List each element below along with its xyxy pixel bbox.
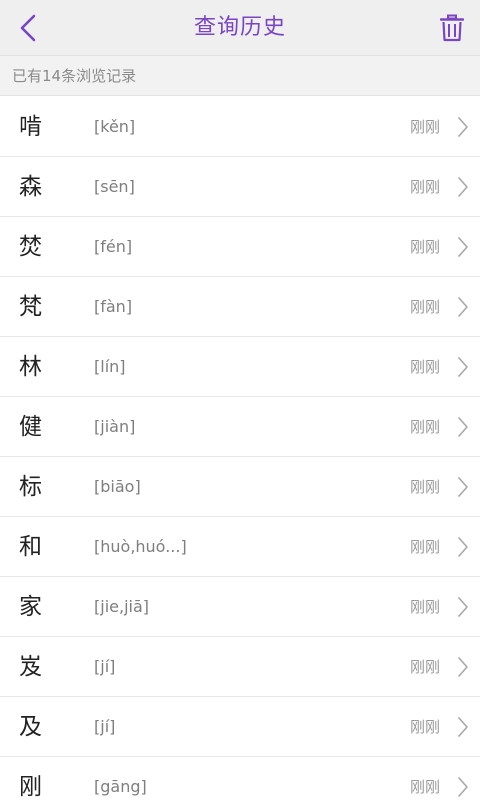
history-pinyin: [fàn] — [94, 297, 133, 316]
history-time: 刚刚 — [409, 238, 440, 256]
page-title: 查询历史 — [193, 15, 286, 40]
chevron-right-icon — [458, 117, 468, 137]
history-pinyin: [fén] — [94, 237, 133, 256]
history-character: 焚 — [19, 234, 42, 260]
history-time: 刚刚 — [409, 658, 440, 676]
history-pinyin: [lín] — [94, 357, 126, 376]
chevron-right-icon — [458, 537, 468, 557]
history-time: 刚刚 — [409, 118, 440, 136]
history-count-text: 已有14条浏览记录 — [12, 67, 137, 85]
history-row[interactable]: 及 [jí] 刚刚 — [0, 697, 480, 757]
history-pinyin: [jí] — [94, 657, 116, 676]
history-pinyin: [huò,huó...] — [94, 537, 187, 556]
history-row[interactable]: 家 [jie,jiā] 刚刚 — [0, 577, 480, 637]
history-row[interactable]: 健 [jiàn] 刚刚 — [0, 397, 480, 457]
history-pinyin: [jiàn] — [94, 417, 136, 436]
history-time: 刚刚 — [409, 358, 440, 376]
history-count-bar: 已有14条浏览记录 — [0, 56, 480, 96]
history-row[interactable]: 林 [lín] 刚刚 — [0, 337, 480, 397]
history-pinyin: [kěn] — [94, 117, 136, 136]
history-character: 林 — [19, 354, 42, 380]
history-time: 刚刚 — [409, 538, 440, 556]
chevron-right-icon — [458, 777, 468, 797]
chevron-right-icon — [458, 717, 468, 737]
history-pinyin: [biāo] — [94, 477, 141, 496]
history-row[interactable]: 标 [biāo] 刚刚 — [0, 457, 480, 517]
history-pinyin: [gāng] — [94, 777, 147, 796]
history-row[interactable]: 和 [huò,huó...] 刚刚 — [0, 517, 480, 577]
history-time: 刚刚 — [409, 598, 440, 616]
history-character: 和 — [19, 534, 42, 560]
history-character: 及 — [19, 714, 42, 740]
app-root: 查询历史 已有14条浏览记录 啃 [kěn] 刚刚森 [sēn] 刚刚焚 [fén] 刚刚梵… — [0, 0, 480, 800]
history-row[interactable]: 岌 [jí] 刚刚 — [0, 637, 480, 697]
history-row[interactable]: 森 [sēn] 刚刚 — [0, 157, 480, 217]
history-pinyin: [jí] — [94, 717, 116, 736]
history-character: 健 — [19, 414, 42, 440]
trash-icon — [440, 14, 464, 42]
history-list: 啃 [kěn] 刚刚森 [sēn] 刚刚焚 [fén] 刚刚梵 [fàn] 刚刚林 [lín] 刚刚… — [0, 97, 480, 800]
history-row[interactable]: 刚 [gāng] 刚刚 — [0, 757, 480, 800]
history-time: 刚刚 — [409, 778, 440, 796]
history-time: 刚刚 — [409, 298, 440, 316]
history-character: 刚 — [19, 774, 42, 800]
chevron-right-icon — [458, 177, 468, 197]
chevron-right-icon — [458, 477, 468, 497]
history-time: 刚刚 — [409, 478, 440, 496]
history-row[interactable]: 啃 [kěn] 刚刚 — [0, 97, 480, 157]
history-row[interactable]: 焚 [fén] 刚刚 — [0, 217, 480, 277]
history-character: 啃 — [19, 114, 42, 140]
chevron-right-icon — [458, 597, 468, 617]
history-character: 标 — [19, 474, 42, 500]
top-bar: 查询历史 — [0, 0, 480, 56]
history-pinyin: [jie,jiā] — [94, 597, 149, 616]
chevron-right-icon — [458, 417, 468, 437]
history-pinyin: [sēn] — [94, 177, 135, 196]
history-time: 刚刚 — [409, 418, 440, 436]
history-time: 刚刚 — [409, 718, 440, 736]
chevron-right-icon — [458, 657, 468, 677]
history-time: 刚刚 — [409, 178, 440, 196]
history-character: 梵 — [19, 294, 42, 320]
clear-history-button[interactable] — [432, 8, 472, 48]
history-character: 岌 — [19, 654, 42, 680]
history-character: 森 — [19, 174, 42, 200]
history-character: 家 — [19, 594, 42, 620]
history-row[interactable]: 梵 [fàn] 刚刚 — [0, 277, 480, 337]
chevron-right-icon — [458, 297, 468, 317]
chevron-right-icon — [458, 237, 468, 257]
chevron-right-icon — [458, 357, 468, 377]
